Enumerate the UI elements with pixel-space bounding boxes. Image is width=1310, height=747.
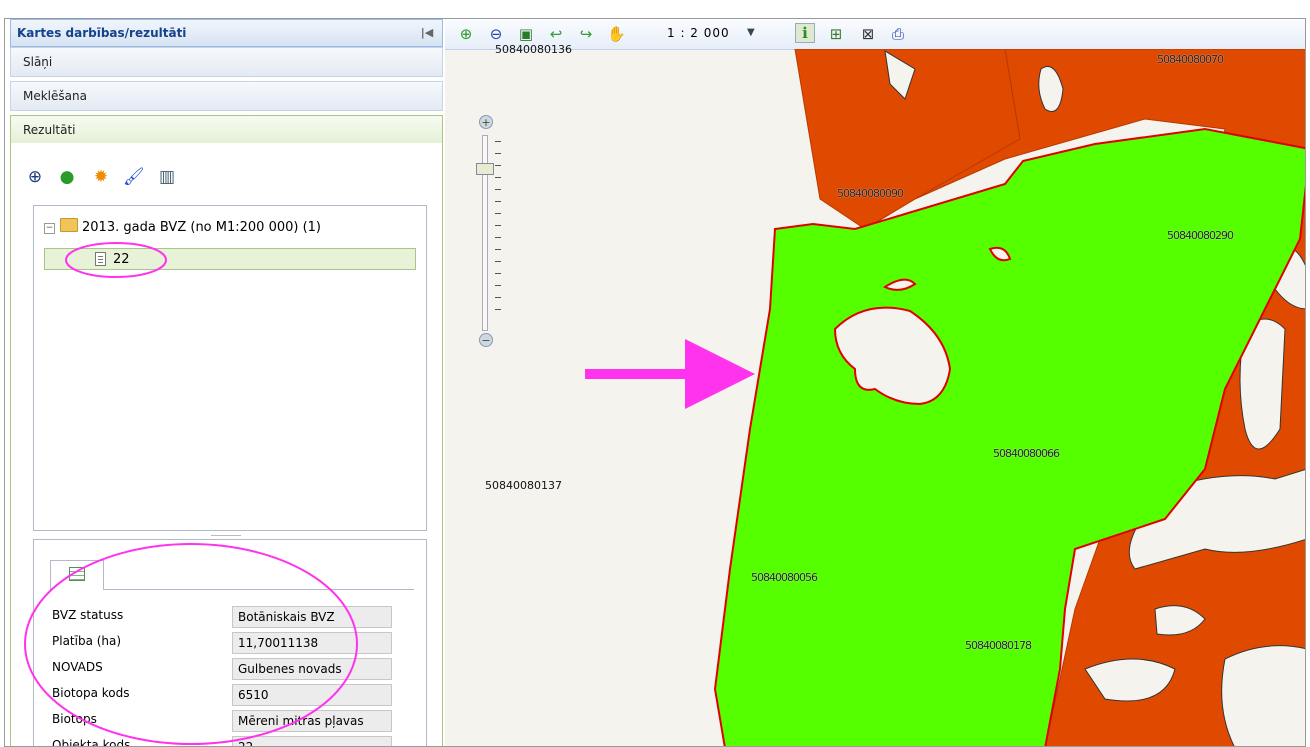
map-label: 50840080056 <box>751 571 818 584</box>
folder-icon <box>60 218 78 232</box>
full-extent-icon[interactable]: ▣ <box>517 25 535 43</box>
results-body: ⊕ ● ✹ 🖌 ▥ − 2013. gada BVZ (no M1:200 000… <box>10 143 443 746</box>
map-label: 50840080090 <box>837 187 904 200</box>
map-label: 50840080136 <box>495 43 572 56</box>
zoom-slider[interactable]: + − <box>476 115 501 347</box>
zoom-in-icon[interactable]: ⊕ <box>457 25 475 43</box>
annotation-arrow <box>585 339 755 409</box>
collapse-icon[interactable]: − <box>44 223 55 234</box>
accordion-layers[interactable]: Slāņi <box>10 47 443 77</box>
map-view[interactable]: ⊕ ⊖ ▣ ↩ ↪ ✋ 1 : 2 000 ▼ ℹ ⊞ ⊠ ⎙ 50840080… <box>445 19 1305 746</box>
redo-icon[interactable]: ↪ <box>577 25 595 43</box>
crosshair-icon[interactable]: ⊕ <box>25 167 45 187</box>
info-icon[interactable]: ℹ <box>795 23 815 43</box>
results-tree: −2013. gada BVZ (no M1:200 000) (1) 22 <box>33 205 427 531</box>
trash-icon[interactable]: ▥ <box>157 167 177 187</box>
highlight-ellipse-tree <box>65 242 167 278</box>
left-panel: Kartes darbības/rezultāti |◀ Slāņi Meklē… <box>10 19 443 746</box>
panel-title-text: Kartes darbības/rezultāti <box>17 26 187 40</box>
map-label: 50840080137 <box>485 479 562 492</box>
app-frame: Kartes darbības/rezultāti |◀ Slāņi Meklē… <box>4 18 1306 747</box>
brush-icon[interactable]: 🖌 <box>123 167 145 187</box>
zoom-slider-handle[interactable] <box>476 163 494 175</box>
map-label: 50840080290 <box>1167 229 1234 242</box>
map-label: 50840080178 <box>965 639 1032 652</box>
zoom-out-icon[interactable]: − <box>479 333 493 347</box>
gear-icon[interactable]: ✹ <box>91 167 111 187</box>
collapse-panel-icon[interactable]: |◀ <box>420 26 434 40</box>
map-canvas <box>713 49 1305 746</box>
zoom-out-icon[interactable]: ⊖ <box>487 25 505 43</box>
accordion-search[interactable]: Meklēšana <box>10 81 443 111</box>
map-toolbar: ⊕ ⊖ ▣ ↩ ↪ ✋ 1 : 2 000 ▼ ℹ ⊞ ⊠ ⎙ <box>445 19 1305 50</box>
tree-folder[interactable]: − 2013. gada BVZ (no M1:200 000) (1) <box>44 218 321 235</box>
undo-icon[interactable]: ↩ <box>547 25 565 43</box>
pan-hand-icon[interactable]: ✋ <box>607 25 626 43</box>
accordion-results[interactable]: Rezultāti <box>10 115 443 145</box>
chevron-down-icon[interactable]: ▼ <box>747 27 755 38</box>
map-label: 50840080066 <box>993 447 1060 460</box>
coordinates-icon[interactable]: ⊠ <box>859 25 877 43</box>
scale-select[interactable]: 1 : 2 000 <box>667 26 730 40</box>
splitter-handle[interactable] <box>211 535 241 538</box>
highlight-ellipse-properties <box>24 543 358 745</box>
zoom-in-icon[interactable]: ● <box>57 167 77 187</box>
panel-title: Kartes darbības/rezultāti |◀ <box>10 19 443 47</box>
print-icon[interactable]: ⎙ <box>889 25 907 43</box>
tree-folder-label: 2013. gada BVZ (no M1:200 000) (1) <box>82 220 322 235</box>
zoom-in-icon[interactable]: + <box>479 115 493 129</box>
map-label: 50840080070 <box>1157 53 1224 66</box>
measure-icon[interactable]: ⊞ <box>827 25 845 43</box>
